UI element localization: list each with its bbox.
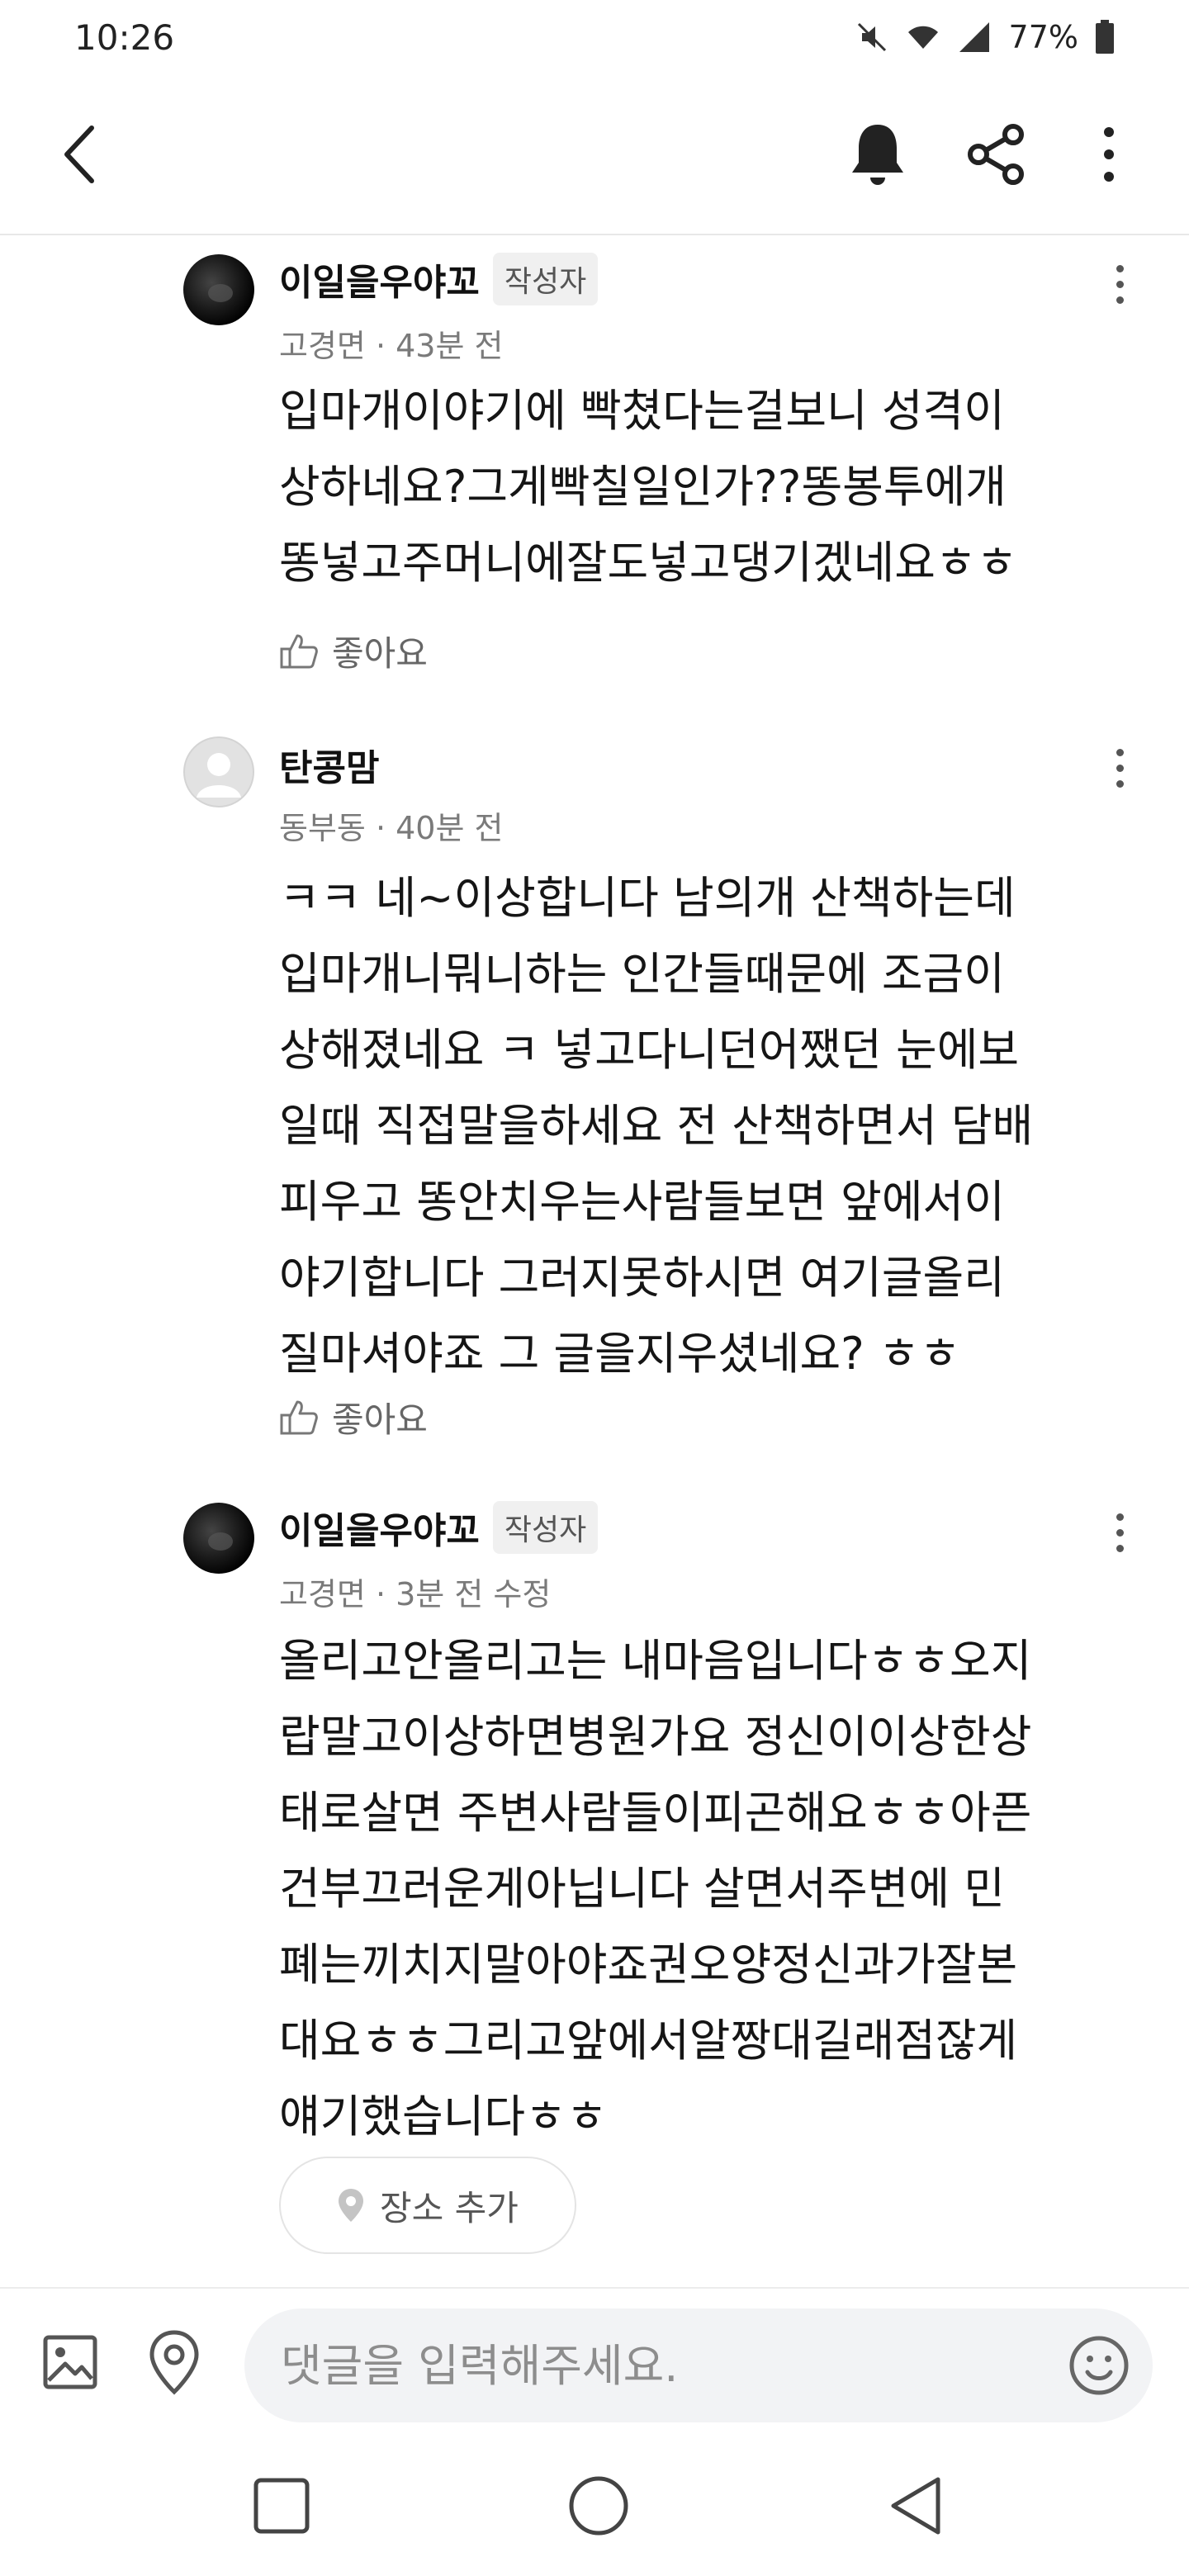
comment-input-bar bbox=[0, 2287, 1189, 2436]
author-badge: 작성자 bbox=[492, 1501, 599, 1554]
like-button[interactable]: 좋아요 bbox=[279, 626, 428, 676]
comment-text: ㅋㅋ 네~이상합니다 남의개 산책하는데 입마개니뭐니하는 인간들때문에 조금이… bbox=[279, 872, 1034, 1380]
avatar[interactable] bbox=[183, 1503, 254, 1574]
author-name[interactable]: 이일을우야꼬 bbox=[279, 253, 480, 305]
attach-location-button[interactable] bbox=[137, 2325, 211, 2399]
comment-text: 입마개이야기에 빡쳤다는걸보니 성격이 상하네요?그게빡칠일인가??똥봉투에개 … bbox=[279, 385, 1018, 589]
comment-meta: 고경면 · 3분 전 수정 bbox=[279, 1576, 552, 1612]
home-button[interactable] bbox=[561, 2469, 636, 2543]
comment-meta: 동부동 · 40분 전 bbox=[279, 810, 504, 846]
avatar[interactable] bbox=[183, 254, 254, 325]
author-row: 탄콩맘 bbox=[279, 738, 379, 791]
triangle-back-icon bbox=[891, 2477, 940, 2535]
author-badge: 작성자 bbox=[492, 253, 599, 305]
comment-meta: 고경면 · 43분 전 bbox=[279, 328, 504, 364]
like-label: 좋아요 bbox=[332, 1399, 428, 1440]
comment-input-field bbox=[244, 2308, 1153, 2422]
recents-button[interactable] bbox=[244, 2469, 319, 2543]
emoji-icon bbox=[1069, 2336, 1129, 2395]
comment-more-button[interactable] bbox=[1103, 1499, 1136, 1565]
square-icon bbox=[253, 2478, 310, 2534]
add-place-label: 장소 추가 bbox=[380, 2187, 519, 2228]
image-icon bbox=[43, 2335, 97, 2389]
author-name[interactable]: 이일을우야꼬 bbox=[279, 1501, 480, 1554]
avatar[interactable] bbox=[183, 736, 254, 807]
comment-input[interactable] bbox=[281, 2308, 1024, 2422]
location-pin-icon bbox=[339, 2189, 364, 2222]
thumbs-up-icon bbox=[280, 634, 318, 668]
author-row: 이일을우야꼬 작성자 bbox=[279, 1501, 599, 1554]
thumbs-up-icon bbox=[280, 1400, 318, 1434]
comment-more-button[interactable] bbox=[1103, 735, 1136, 801]
location-pin-icon bbox=[149, 2330, 199, 2395]
comment-more-button[interactable] bbox=[1103, 251, 1136, 317]
emoji-button[interactable] bbox=[1062, 2328, 1136, 2403]
comment-text: 올리고안올리고는 내마음입니다ㅎㅎ오지 랍말고이상하면병원가요 정신이이상한상 … bbox=[279, 1635, 1032, 2143]
like-button[interactable]: 좋아요 bbox=[279, 1392, 428, 1442]
author-row: 이일을우야꼬 작성자 bbox=[279, 253, 599, 305]
default-avatar-icon bbox=[197, 753, 241, 798]
system-nav-bar bbox=[0, 2436, 1189, 2576]
author-name[interactable]: 탄콩맘 bbox=[279, 738, 379, 791]
add-place-button[interactable]: 장소 추가 bbox=[279, 2157, 576, 2254]
attach-image-button[interactable] bbox=[33, 2325, 107, 2399]
like-label: 좋아요 bbox=[332, 633, 428, 674]
comment-list: 이일을우야꼬 작성자 고경면 · 43분 전 입마개이야기에 빡쳤다는걸보니 성… bbox=[0, 0, 1189, 2287]
circle-icon bbox=[569, 2476, 628, 2536]
system-back-button[interactable] bbox=[879, 2469, 953, 2543]
